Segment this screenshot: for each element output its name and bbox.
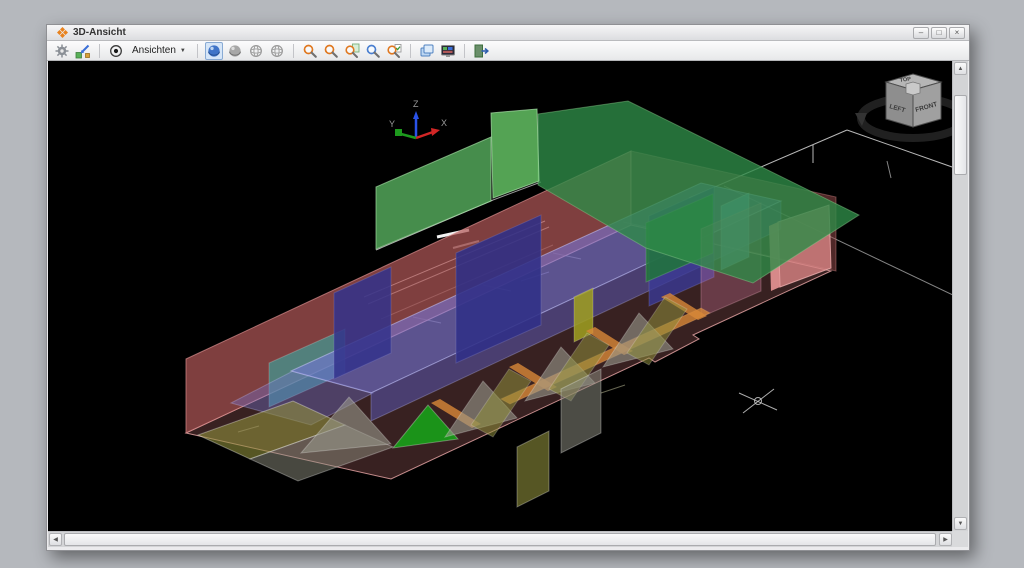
scroll-left-button[interactable]: ◀ bbox=[49, 533, 62, 546]
orbit-center-icon[interactable] bbox=[107, 42, 125, 60]
window-title: 3D-Ansicht bbox=[73, 28, 126, 38]
zoom-previous-icon[interactable] bbox=[385, 42, 403, 60]
ansichten-label: Ansichten bbox=[132, 45, 176, 56]
window-controls: – □ × bbox=[913, 27, 965, 39]
dimension-tick bbox=[887, 161, 891, 178]
export-view-icon[interactable] bbox=[74, 42, 92, 60]
green-mid-panel bbox=[491, 109, 539, 198]
horizontal-scrollbar[interactable]: ◀ ▶ bbox=[48, 531, 953, 547]
axis-y-label: Y bbox=[389, 119, 395, 129]
olive-hanging-panel bbox=[517, 431, 549, 507]
scroll-right-button[interactable]: ▶ bbox=[939, 533, 952, 546]
crosshair-marker bbox=[739, 389, 777, 413]
3d-viewport[interactable]: Z X Y LEFTFRONTTOP bbox=[48, 61, 953, 531]
close-button[interactable]: × bbox=[949, 27, 965, 39]
copy-view-icon[interactable] bbox=[418, 42, 436, 60]
yellow-panel bbox=[574, 288, 593, 342]
horizontal-scroll-thumb[interactable] bbox=[64, 533, 936, 546]
scroll-up-button[interactable]: ▲ bbox=[954, 62, 967, 75]
zoom-out-icon[interactable] bbox=[322, 42, 340, 60]
scrollbar-corner bbox=[952, 531, 968, 547]
render-settings-icon[interactable] bbox=[53, 42, 71, 60]
axis-x-label: X bbox=[441, 118, 447, 128]
shaded-view-icon[interactable] bbox=[205, 42, 223, 60]
maximize-button[interactable]: □ bbox=[931, 27, 947, 39]
axis-z-label: Z bbox=[413, 99, 419, 109]
dropdown-arrow-icon: ▼ bbox=[180, 48, 186, 54]
toolbar-separator bbox=[293, 44, 294, 58]
toolbar-separator bbox=[410, 44, 411, 58]
minimize-button[interactable]: – bbox=[913, 27, 929, 39]
wireframe-view-icon[interactable] bbox=[268, 42, 286, 60]
vertical-scroll-thumb[interactable] bbox=[954, 95, 967, 175]
vertical-scrollbar[interactable]: ▲ ▼ bbox=[952, 61, 968, 531]
close-3d-icon[interactable] bbox=[472, 42, 490, 60]
scroll-down-button[interactable]: ▼ bbox=[954, 517, 967, 530]
zoom-in-icon[interactable] bbox=[301, 42, 319, 60]
solid-view-icon[interactable] bbox=[226, 42, 244, 60]
app-logo-icon bbox=[57, 27, 68, 38]
3d-scene: Z X Y LEFTFRONTTOP bbox=[48, 61, 953, 531]
zoom-extents-icon[interactable] bbox=[364, 42, 382, 60]
axis-triad: Z X Y bbox=[389, 99, 447, 138]
zoom-window-icon[interactable] bbox=[343, 42, 361, 60]
titlebar[interactable]: 3D-Ansicht – □ × bbox=[47, 25, 969, 41]
desktop: { "window": { "title": "3D-Ansicht", "co… bbox=[0, 0, 1024, 568]
view-cube-corner[interactable] bbox=[906, 82, 920, 95]
ansichten-dropdown[interactable]: Ansichten ▼ bbox=[128, 44, 190, 57]
surface-label-mark bbox=[601, 385, 625, 393]
save-image-icon[interactable] bbox=[439, 42, 457, 60]
toolbar: Ansichten ▼ bbox=[47, 41, 969, 61]
toolbar-separator bbox=[197, 44, 198, 58]
toolbar-separator bbox=[99, 44, 100, 58]
3d-view-window: 3D-Ansicht – □ × Ansichten ▼ Z X Y LEFTFRONT… bbox=[46, 24, 970, 551]
toolbar-separator bbox=[464, 44, 465, 58]
view-cube[interactable]: LEFTFRONTTOP bbox=[855, 74, 953, 138]
hidden-line-view-icon[interactable] bbox=[247, 42, 265, 60]
